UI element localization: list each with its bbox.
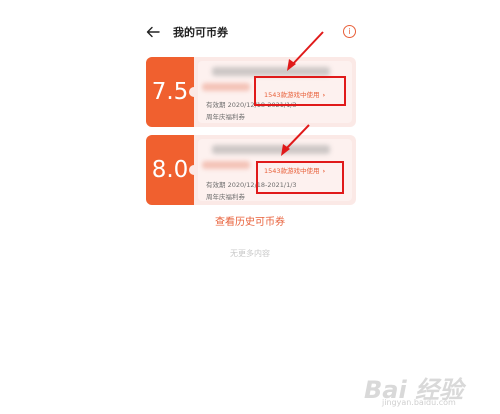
blurred-coupon-name [212, 67, 330, 76]
blurred-detail [202, 83, 250, 91]
header-bar: 我的可币券 i [0, 0, 500, 64]
view-history-coupons-link[interactable]: 查看历史可币券 [0, 213, 500, 228]
info-circle-icon[interactable]: i [343, 25, 356, 38]
highlight-box [254, 76, 346, 106]
highlight-box [256, 161, 344, 194]
coupon-value: 7.5 [146, 57, 199, 127]
arrow-left-icon[interactable] [146, 25, 160, 39]
no-more-content-text: 无更多内容 [230, 249, 270, 258]
coupon-value: 8.0 [146, 135, 199, 205]
page-title: 我的可币券 [173, 26, 228, 39]
watermark-url: jingyan.baidu.com [382, 398, 456, 407]
blurred-coupon-name [212, 145, 330, 154]
coupon-tag: 周年庆福利券 [206, 193, 245, 201]
baidu-jingyan-watermark: Bai 经验 jingyan.baidu.com [358, 364, 500, 414]
coupon-tag: 周年庆福利券 [206, 113, 245, 121]
blurred-detail [202, 161, 250, 169]
